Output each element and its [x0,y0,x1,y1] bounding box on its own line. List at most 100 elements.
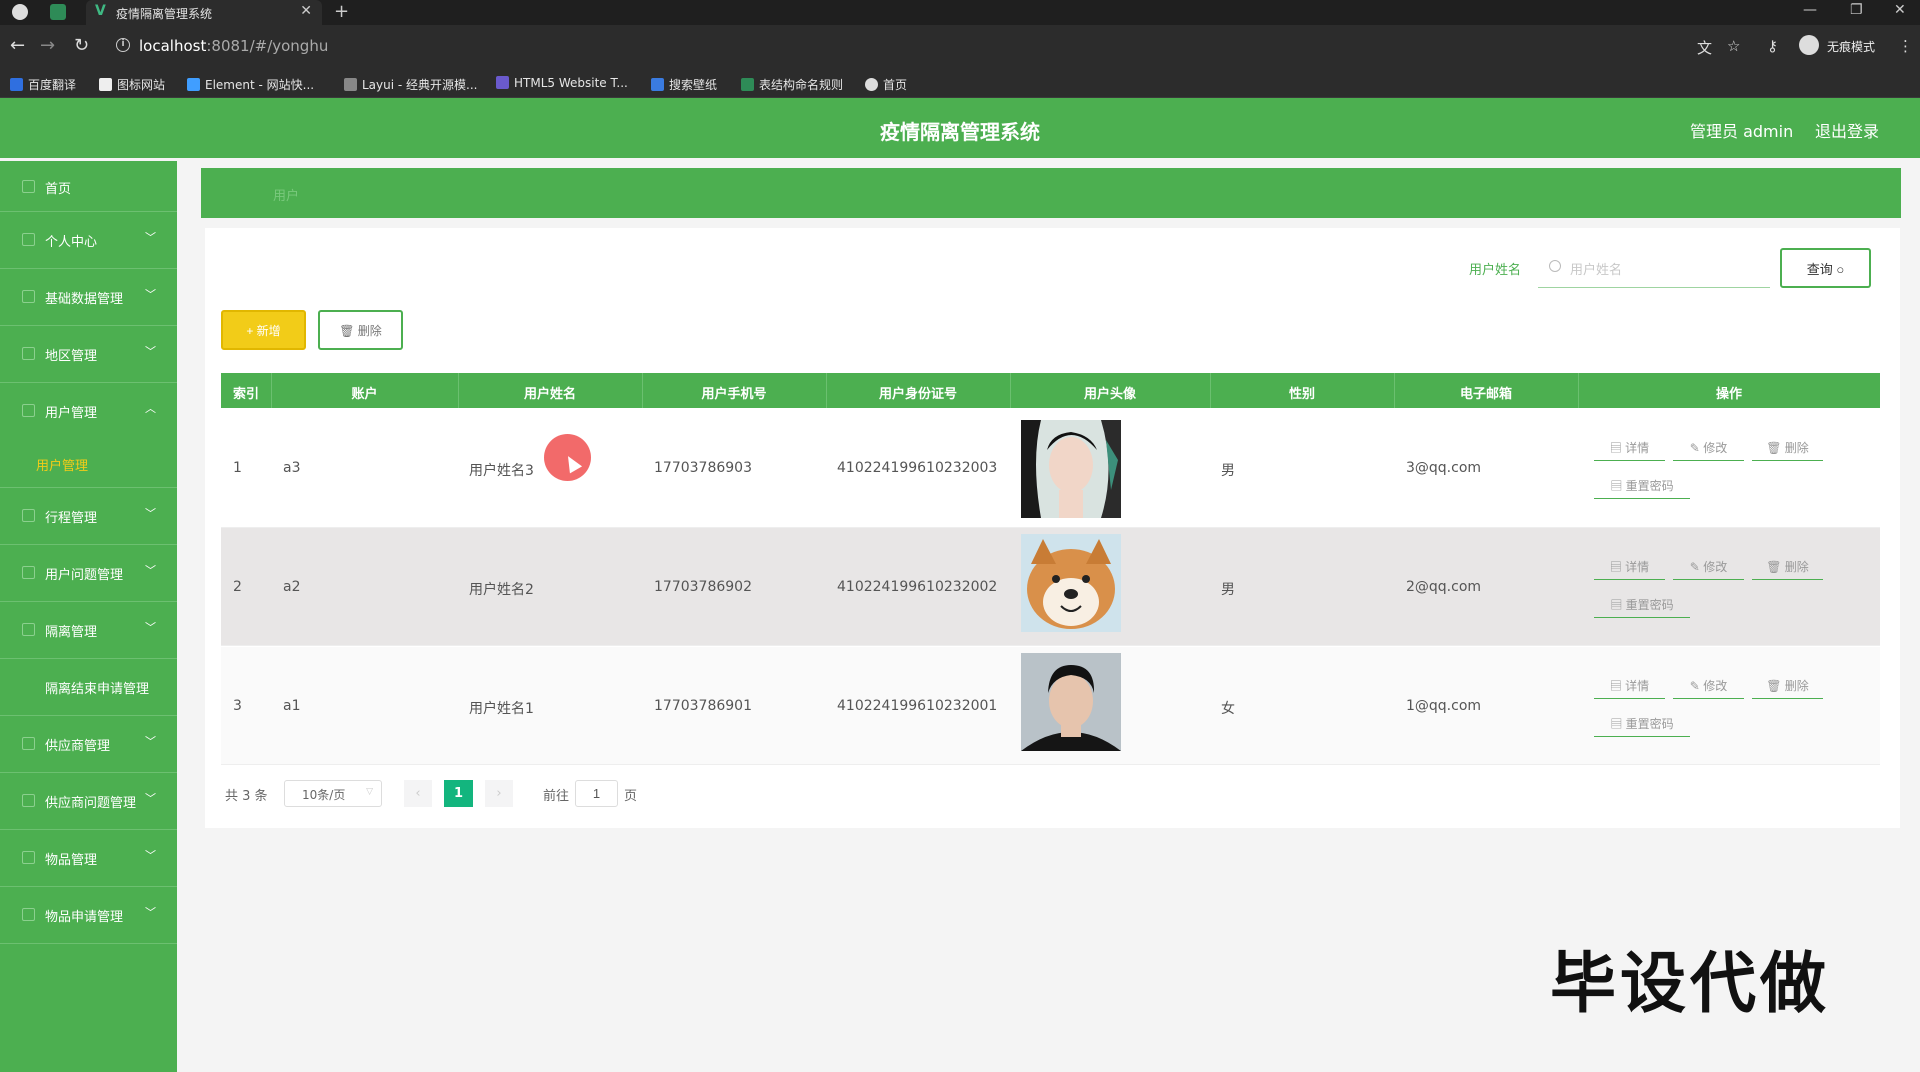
col-index: 索引 [232,387,259,402]
new-tab-icon[interactable]: + [334,1,349,22]
bookmark-item[interactable]: Layui - 经典开源模... [344,76,477,93]
logout-link[interactable]: 退出登录 [1815,118,1879,142]
cell-account: a2 [283,579,301,595]
bookmark-item[interactable]: 图标网站 [99,76,165,93]
window-close-icon[interactable]: ✕ [1894,2,1906,18]
bookmark-home-icon [865,78,878,91]
next-page-button[interactable]: › [485,780,513,807]
bookmark-item[interactable]: Element - 网站快... [187,76,314,93]
browser-tab-bar: V 疫情隔离管理系统 ✕ + — ❐ ✕ [0,0,1920,25]
detail-button[interactable]: ▤ 详情 [1594,673,1665,699]
reset-password-button[interactable]: ▤ 重置密码 [1594,592,1690,618]
sidebar-item-itinerary[interactable]: 行程管理 ﹀ [0,488,177,545]
back-icon[interactable]: ← [10,35,25,56]
reset-icon: ▤ [1610,717,1623,731]
pinned-tab-icon[interactable] [50,4,66,20]
table-row: 1 a3 用户姓名3 17703786903 41022419961023200… [221,410,1880,528]
reset-password-button[interactable]: ▤ 重置密码 [1594,473,1690,499]
bookmark-flag-icon [99,78,112,91]
add-button[interactable]: + 新增 [221,310,306,350]
chevron-down-icon: ﹀ [145,231,156,244]
reset-password-button[interactable]: ▤ 重置密码 [1594,711,1690,737]
detail-button[interactable]: ▤ 详情 [1594,554,1665,580]
cell-idcard: 410224199610232002 [837,579,998,595]
col-name: 用户姓名 [523,387,576,402]
sidebar-item-user-mgmt[interactable]: 用户管理 ︿ [0,383,177,440]
forward-icon[interactable]: → [40,35,55,56]
edit-button[interactable]: ✎ 修改 [1673,435,1744,461]
cell-name: 用户姓名3 [469,463,534,479]
url-host: localhost [139,37,207,55]
sidebar-item-personal[interactable]: 个人中心 ﹀ [0,212,177,269]
edit-icon: ✎ [1689,441,1700,455]
detail-button[interactable]: ▤ 详情 [1594,435,1665,461]
menu-icon[interactable]: ⋮ [1898,37,1913,55]
restore-icon[interactable]: ❐ [1850,2,1863,18]
bookmark-item[interactable]: 首页 [865,76,907,93]
cell-gender: 男 [1221,582,1235,598]
site-info-icon[interactable]: i [116,38,130,52]
browser-tab-active[interactable]: V 疫情隔离管理系统 ✕ [86,0,322,25]
browser-globe-icon[interactable] [12,4,28,20]
bookmark-item[interactable]: 百度翻译 [10,76,76,93]
search-input[interactable] [1538,251,1770,288]
page-size-select[interactable]: 10条/页 ▽ [284,780,382,807]
chevron-down-icon: ﹀ [145,564,156,577]
edit-icon: ✎ [1689,679,1700,693]
question-icon [22,566,35,579]
table-row: 2 a2 用户姓名2 17703786902 41022419961023200… [221,528,1880,646]
detail-icon: ▤ [1609,560,1622,574]
sidebar-item-supplier[interactable]: 供应商管理 ﹀ [0,716,177,773]
query-button[interactable]: 查询 ○ [1780,248,1871,288]
bookmark-item[interactable]: 搜索壁纸 [651,76,717,93]
bookmark-item[interactable]: HTML5 Website T... [496,76,628,90]
sidebar-item-isolation[interactable]: 隔离管理 ﹀ [0,602,177,659]
user-icon [22,233,35,246]
bookmark-element-icon [187,78,200,91]
url-field[interactable]: localhost:8081/#/yonghu [139,37,328,55]
request-icon [22,908,35,921]
bookmark-item[interactable]: 表结构命名规则 [741,76,843,93]
edit-icon: ✎ [1689,560,1700,574]
sidebar-item-home[interactable]: 首页 [0,161,177,212]
cell-gender: 女 [1221,701,1235,717]
delete-button[interactable]: 🗑 删除 [1752,554,1823,580]
tab-close-icon[interactable]: ✕ [300,3,312,19]
page-number-active[interactable]: 1 [444,780,473,807]
sidebar-item-goods[interactable]: 物品管理 ﹀ [0,830,177,887]
chevron-down-icon: ﹀ [145,288,156,301]
edit-button[interactable]: ✎ 修改 [1673,673,1744,699]
bookmark-star-icon[interactable]: ☆ [1727,37,1740,55]
delete-button[interactable]: 🗑 删除 [1752,435,1823,461]
search-icon [1549,260,1561,272]
goto-page-input[interactable] [575,780,618,807]
cell-email: 1@qq.com [1406,698,1482,714]
isolation-icon [22,623,35,636]
edit-button[interactable]: ✎ 修改 [1673,554,1744,580]
incognito-icon[interactable] [1799,35,1819,55]
incognito-label: 无痕模式 [1827,40,1876,54]
col-actions: 操作 [1715,387,1742,402]
reload-icon[interactable]: ↻ [74,35,89,56]
sidebar-subitem-user-mgmt[interactable]: 用户管理 [0,440,177,488]
sidebar-item-isolation-end[interactable]: 隔离结束申请管理 [0,659,177,716]
delete-button[interactable]: 🗑 删除 [1752,673,1823,699]
sidebar-item-supplier-issues[interactable]: 供应商问题管理 ﹀ [0,773,177,830]
sidebar-item-user-issues[interactable]: 用户问题管理 ﹀ [0,545,177,602]
batch-delete-button[interactable]: 🗑 删除 [318,310,403,350]
key-icon[interactable]: ⚷ [1767,37,1778,55]
app-header: 疫情隔离管理系统 管理员 admin 退出登录 [0,98,1920,158]
sidebar-item-region[interactable]: 地区管理 ﹀ [0,326,177,383]
itinerary-icon [22,509,35,522]
sidebar-item-basic-data[interactable]: 基础数据管理 ﹀ [0,269,177,326]
cell-phone: 17703786901 [654,698,752,714]
address-bar: ← → ↻ i localhost:8081/#/yonghu 文 ☆ ⚷ 无痕… [0,25,1920,68]
translate-icon[interactable]: 文 [1697,37,1712,58]
minimize-icon[interactable]: — [1803,2,1817,18]
prev-page-button[interactable]: ‹ [404,780,432,807]
sidebar-item-goods-request[interactable]: 物品申请管理 ﹀ [0,887,177,944]
trash-icon: 🗑 [1766,679,1782,693]
chevron-down-icon: ﹀ [145,507,156,520]
breadcrumb[interactable]: 用户 [273,185,299,204]
avatar [1021,534,1121,632]
